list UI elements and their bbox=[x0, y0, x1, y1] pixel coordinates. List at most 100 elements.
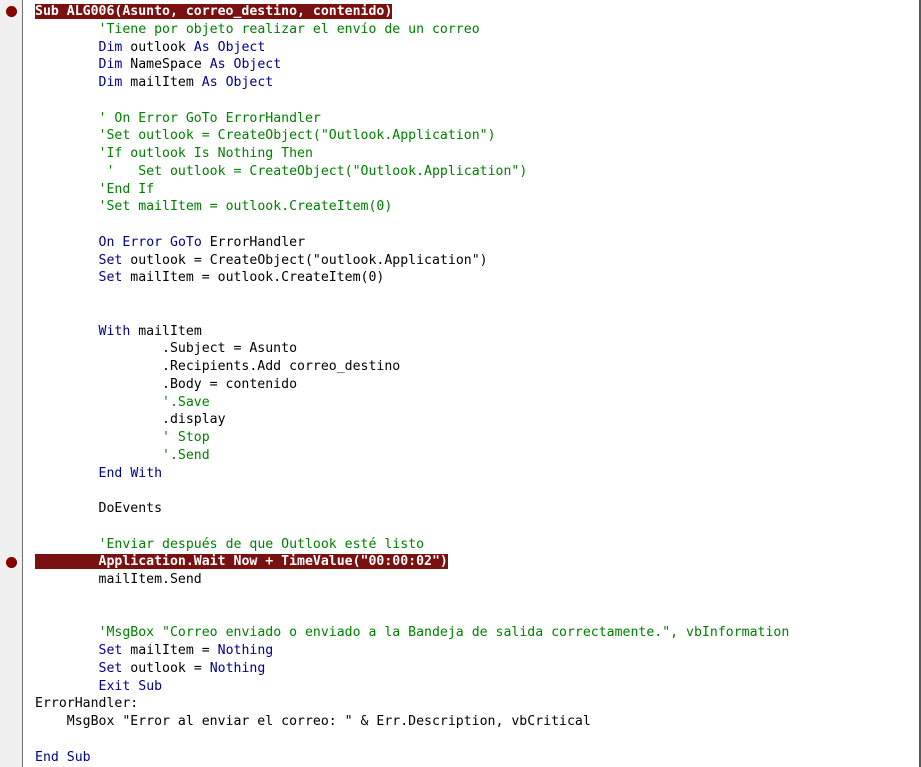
code-line[interactable]: Sub ALG006(Asunto, correo_destino, conte… bbox=[35, 3, 789, 21]
code-line[interactable]: .Recipients.Add correo_destino bbox=[35, 358, 789, 376]
code-text-segment: .display bbox=[35, 412, 226, 428]
code-line[interactable] bbox=[35, 482, 789, 500]
keyword: Error bbox=[122, 234, 163, 250]
breakpoint-highlight: Sub ALG006(Asunto, correo_destino, conte… bbox=[35, 4, 393, 19]
keyword: As bbox=[193, 39, 210, 55]
keyword: Set bbox=[98, 270, 123, 286]
code-line[interactable] bbox=[35, 216, 789, 234]
code-line[interactable]: 'Set mailItem = outlook.CreateItem(0) bbox=[35, 198, 789, 216]
code-line[interactable]: Set outlook = Nothing bbox=[35, 660, 789, 678]
code-text-segment: mailItem = bbox=[122, 643, 218, 658]
code-line[interactable] bbox=[35, 287, 789, 305]
code-text-segment: mailItem.Send bbox=[35, 572, 202, 587]
keyword: Nothing bbox=[209, 660, 266, 676]
code-line[interactable] bbox=[35, 589, 789, 607]
code-editor[interactable]: Sub ALG006(Asunto, correo_destino, conte… bbox=[0, 0, 921, 767]
code-line[interactable]: On Error GoTo ErrorHandler bbox=[35, 234, 789, 252]
code-text-segment: Application.Wait Now + TimeValue("00:00:… bbox=[98, 554, 448, 570]
code-line[interactable] bbox=[35, 607, 789, 625]
comment: '.Save bbox=[162, 394, 210, 410]
code-line[interactable] bbox=[35, 92, 789, 110]
code-line[interactable]: 'End If bbox=[35, 181, 789, 199]
code-text-segment: mailItem bbox=[122, 75, 202, 90]
code-line[interactable] bbox=[35, 731, 789, 749]
code-line[interactable]: 'Set outlook = CreateObject("Outlook.App… bbox=[35, 127, 789, 145]
keyword: As bbox=[201, 75, 218, 90]
keyword: GoTo bbox=[170, 234, 202, 250]
breakpoint-highlight: Application.Wait Now + TimeValue("00:00:… bbox=[35, 554, 448, 570]
code-line[interactable] bbox=[35, 305, 789, 323]
breakpoint-icon[interactable] bbox=[6, 6, 17, 17]
code-line[interactable]: Exit Sub bbox=[35, 678, 789, 696]
code-line[interactable]: Dim mailItem As Object bbox=[35, 74, 789, 92]
keyword: Sub bbox=[66, 749, 91, 765]
comment: 'MsgBox "Correo enviado o enviado a la B… bbox=[98, 625, 790, 641]
keyword: Exit bbox=[98, 678, 131, 694]
keyword: Object bbox=[217, 39, 266, 55]
code-text-segment bbox=[59, 750, 67, 765]
code-line[interactable]: '.Save bbox=[35, 394, 789, 412]
keyword: Object bbox=[233, 57, 282, 73]
keyword: Set bbox=[98, 252, 123, 268]
breakpoint-icon[interactable] bbox=[6, 557, 17, 568]
code-text-segment: DoEvents bbox=[35, 501, 163, 516]
code-line[interactable]: .Body = contenido bbox=[35, 376, 789, 394]
code-line[interactable]: 'Enviar después de que Outlook esté list… bbox=[35, 536, 789, 554]
code-line[interactable]: With mailItem bbox=[35, 323, 789, 341]
code-line[interactable]: .Subject = Asunto bbox=[35, 340, 789, 358]
breakpoint-gutter[interactable] bbox=[0, 0, 23, 767]
code-line[interactable]: Dim NameSpace As Object bbox=[35, 56, 789, 74]
code-line[interactable]: Application.Wait Now + TimeValue("00:00:… bbox=[35, 553, 789, 571]
code-line[interactable]: Dim outlook As Object bbox=[35, 39, 789, 57]
code-line[interactable] bbox=[35, 518, 789, 536]
code-line[interactable]: ' On Error GoTo ErrorHandler bbox=[35, 110, 789, 128]
comment: 'Set mailItem = outlook.CreateItem(0) bbox=[98, 199, 393, 215]
code-text-segment: mailItem bbox=[130, 323, 202, 339]
code-line[interactable]: DoEvents bbox=[35, 500, 789, 518]
keyword: End bbox=[35, 749, 59, 765]
code-line[interactable]: .display bbox=[35, 411, 789, 429]
code-text-segment bbox=[162, 235, 170, 250]
keyword: Dim bbox=[98, 39, 123, 55]
code-line[interactable]: MsgBox "Error al enviar el correo: " & E… bbox=[35, 713, 789, 731]
code-text[interactable]: Sub ALG006(Asunto, correo_destino, conte… bbox=[35, 3, 789, 766]
code-line[interactable]: End With bbox=[35, 465, 789, 483]
code-line[interactable]: 'Tiene por objeto realizar el envío de u… bbox=[35, 21, 789, 39]
code-line[interactable]: Set outlook = CreateObject("outlook.Appl… bbox=[35, 252, 789, 270]
code-text-segment: NameSpace bbox=[122, 57, 210, 73]
code-text-segment: ErrorHandler: bbox=[35, 696, 139, 712]
code-line[interactable]: ErrorHandler: bbox=[35, 695, 789, 713]
code-line[interactable]: 'MsgBox "Correo enviado o enviado a la B… bbox=[35, 624, 790, 642]
code-line[interactable]: '.Send bbox=[35, 447, 789, 465]
code-text-segment: MsgBox "Error al enviar el correo: " & E… bbox=[35, 714, 591, 729]
comment: ' On Error GoTo ErrorHandler bbox=[98, 110, 321, 126]
code-text-segment bbox=[210, 40, 218, 55]
code-line[interactable]: Set mailItem = Nothing bbox=[35, 642, 789, 660]
code-line[interactable]: mailItem.Send bbox=[35, 571, 789, 589]
code-line[interactable]: ' Stop bbox=[35, 429, 789, 447]
code-text-segment: .Body = contenido bbox=[35, 376, 298, 392]
keyword: Dim bbox=[98, 57, 123, 73]
comment: 'If outlook Is Nothing Then bbox=[98, 146, 313, 161]
code-line[interactable]: Set mailItem = outlook.CreateItem(0) bbox=[35, 269, 789, 287]
code-line[interactable]: 'If outlook Is Nothing Then bbox=[35, 145, 789, 163]
keyword: Set bbox=[98, 660, 123, 676]
code-line[interactable]: ' Set outlook = CreateObject("Outlook.Ap… bbox=[35, 163, 789, 181]
code-line[interactable]: End Sub bbox=[35, 749, 789, 767]
code-text-segment: .Subject = Asunto bbox=[35, 341, 298, 357]
keyword: Nothing bbox=[217, 643, 274, 658]
comment: 'Tiene por objeto realizar el envío de u… bbox=[98, 21, 480, 37]
